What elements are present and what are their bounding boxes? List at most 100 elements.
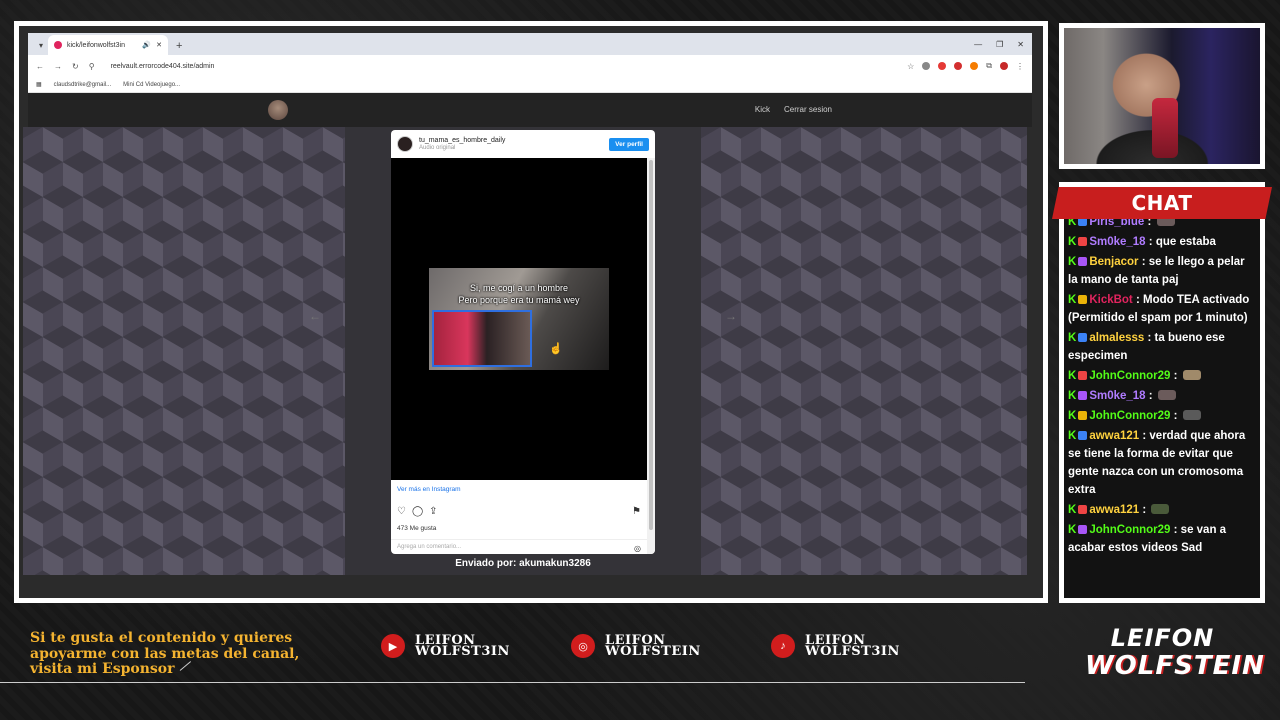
back-icon[interactable]: ← [36, 62, 44, 71]
screen-capture: ▾ kick/leifonwolfst3in 🔊 ✕ + — ❐ ✕ ← → ↻… [19, 26, 1043, 598]
reel-video[interactable]: Si, me cogí a un hombre Pero porque era … [429, 268, 609, 370]
browser-tab-active[interactable]: kick/leifonwolfst3in 🔊 ✕ [48, 35, 168, 55]
social-tiktok-line2: WOLFST3IN [805, 644, 900, 659]
chat-message: K Sm0ke_18 : que estaba [1068, 233, 1256, 251]
reload-icon[interactable]: ↻ [72, 62, 79, 71]
instagram-avatar[interactable] [397, 136, 413, 152]
bookmark-gmail[interactable]: claudsdtrike@gmail... [54, 82, 111, 88]
chat-text: : que estaba [1145, 236, 1216, 248]
close-window-icon[interactable]: ✕ [1017, 40, 1024, 49]
bookmark-star-icon[interactable]: ☆ [907, 62, 914, 71]
youtube-icon: ▶ [381, 634, 405, 658]
user-badge-icon [1078, 371, 1088, 380]
instagram-icon: ◎ [571, 634, 595, 658]
maximize-icon[interactable]: ❐ [996, 40, 1003, 49]
save-bookmark-icon[interactable]: ⚑ [632, 506, 641, 517]
chat-message: Kawwa121 : verdad que ahora se tiene la … [1068, 427, 1256, 499]
extension-icon[interactable] [954, 62, 963, 70]
new-tab-button[interactable]: + [168, 40, 190, 55]
comment-input[interactable]: Agrega un comentario... ◎ [391, 539, 647, 554]
instagram-username[interactable]: tu_mama_es_hombre_daily [419, 137, 505, 145]
likes-count: 473 Me gusta [397, 525, 437, 532]
minimize-icon[interactable]: — [974, 40, 982, 49]
profile-avatar[interactable] [1000, 62, 1008, 70]
kick-badge-icon: K [1068, 236, 1077, 248]
webcam-frame [1059, 23, 1265, 169]
extension-icon[interactable] [922, 62, 931, 70]
browser-tab-strip: ▾ kick/leifonwolfst3in 🔊 ✕ + — ❐ ✕ [28, 33, 1032, 55]
view-more-link[interactable]: Ver más en Instagram [397, 486, 461, 493]
next-arrow-icon[interactable]: → [725, 309, 737, 323]
user-badge-icon [1078, 257, 1088, 266]
chat-emote-icon [1182, 370, 1201, 380]
chat-username[interactable]: Benjacor [1089, 256, 1138, 268]
chat-text: : [1139, 504, 1150, 516]
like-heart-icon[interactable]: ♡ [397, 506, 406, 517]
chat-emote-icon [1157, 390, 1176, 400]
user-badge-icon [1078, 411, 1088, 420]
instagram-media[interactable]: Si, me cogí a un hombre Pero porque era … [391, 158, 647, 480]
site-nav: Kick Cerrar sesion [755, 105, 832, 114]
screen-capture-frame: ▾ kick/leifonwolfst3in 🔊 ✕ + — ❐ ✕ ← → ↻… [14, 21, 1048, 603]
chat-username[interactable]: Sm0ke_18 [1089, 390, 1145, 402]
prev-arrow-icon[interactable]: ← [309, 309, 321, 323]
apps-grid-icon[interactable]: ▦ [36, 81, 42, 88]
user-badge-icon [1078, 237, 1088, 246]
embed-scrollbar[interactable] [647, 158, 655, 554]
extension-icon[interactable] [938, 62, 947, 70]
comment-placeholder: Agrega un comentario... [397, 544, 462, 550]
kick-badge-icon: K [1068, 430, 1077, 442]
kick-badge-icon: K [1068, 256, 1077, 268]
chat-username[interactable]: JohnConnor29 [1089, 524, 1170, 536]
video-webcam-inset [432, 310, 532, 367]
tab-close-icon[interactable]: ✕ [156, 41, 162, 49]
chat-panel: K Piris_blue : K Sm0ke_18 : que estaba K Ben… [1064, 187, 1260, 598]
user-badge-icon [1078, 505, 1088, 514]
bookmark-mini-cd[interactable]: Mini Cd Videojuego... [123, 82, 180, 88]
instagram-logo-icon[interactable]: ◎ [634, 544, 641, 553]
social-youtube[interactable]: ▶ LEIFON WOLFST3IN [381, 634, 510, 658]
chat-username[interactable]: awwa121 [1089, 430, 1139, 442]
site-header: Kick Cerrar sesion [28, 93, 1032, 127]
chat-message: K JohnConnor29 : [1068, 367, 1256, 385]
tab-search-icon[interactable]: ▾ [34, 35, 48, 55]
forward-icon[interactable]: → [54, 62, 62, 71]
extensions-puzzle-icon[interactable]: ⧉ [986, 61, 992, 71]
nav-logout-link[interactable]: Cerrar sesion [784, 105, 832, 114]
sponsor-message: Si te gusta el contenido y quieres apoya… [30, 630, 300, 677]
site-logo[interactable] [268, 100, 288, 120]
nav-kick-link[interactable]: Kick [755, 105, 770, 114]
chat-username[interactable]: awwa121 [1089, 504, 1139, 516]
user-badge-icon [1078, 525, 1088, 534]
share-icon[interactable]: ⇪ [429, 506, 437, 517]
extension-icon[interactable] [970, 62, 979, 70]
hand-cursor-icon: ☝ [549, 343, 563, 355]
chat-message: Kalmalesss : ta bueno ese especimen [1068, 329, 1256, 365]
view-profile-button[interactable]: Ver perfil [609, 137, 649, 151]
site-info-icon[interactable]: ⚲ [89, 62, 95, 71]
chat-username[interactable]: Sm0ke_18 [1089, 236, 1145, 248]
social-tiktok[interactable]: ♪ LEIFON WOLFST3IN [771, 634, 900, 658]
chat-username[interactable]: KickBot [1089, 294, 1132, 306]
speaker-icon[interactable]: 🔊 [142, 41, 151, 49]
user-badge-icon [1078, 333, 1088, 342]
social-instagram[interactable]: ◎ LEIFON WOLFSTEIN [571, 634, 701, 658]
kick-badge-icon: K [1068, 370, 1077, 382]
tiktok-icon: ♪ [771, 634, 795, 658]
address-bar[interactable]: reelvault.errorcode404.site/admin [111, 63, 215, 70]
chat-username[interactable]: almalesss [1089, 332, 1144, 344]
comment-bubble-icon[interactable]: ◯ [412, 506, 423, 517]
browser-menu-icon[interactable]: ⋮ [1016, 62, 1024, 71]
brand-line2: WOLFSTEIN [1085, 651, 1265, 681]
video-caption-line2: Pero porque era tu mamá wey [458, 295, 580, 306]
chat-message: K JohnConnor29 : [1068, 407, 1256, 425]
chat-username[interactable]: JohnConnor29 [1089, 370, 1170, 382]
chat-username[interactable]: JohnConnor29 [1089, 410, 1170, 422]
chat-message: K JohnConnor29 : se van a acabar estos vi… [1068, 521, 1256, 557]
kick-badge-icon: K [1068, 524, 1077, 536]
social-instagram-name: LEIFON WOLFSTEIN [605, 634, 701, 658]
chat-frame: K Piris_blue : K Sm0ke_18 : que estaba K Ben… [1059, 182, 1265, 603]
social-youtube-name: LEIFON WOLFST3IN [415, 634, 510, 658]
chat-message: K Sm0ke_18 : [1068, 387, 1256, 405]
chat-message: Kawwa121 : [1068, 501, 1256, 519]
